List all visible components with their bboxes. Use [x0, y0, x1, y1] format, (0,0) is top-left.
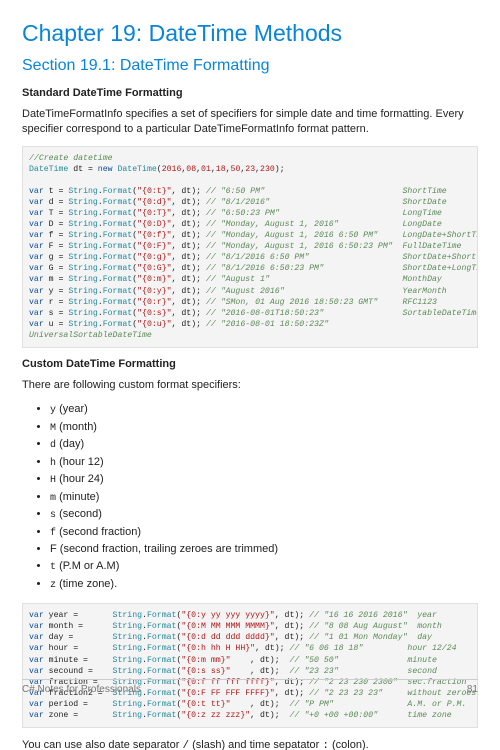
text-span: (slash) and time sepatator	[189, 739, 322, 750]
list-item: F (second fraction, trailing zeroes are …	[50, 541, 478, 558]
slash-code: /	[182, 740, 189, 750]
list-item: z (time zone).	[50, 576, 478, 594]
list-item: M (month)	[50, 419, 478, 437]
page-footer: C# Notes for Professionals 81	[22, 679, 478, 695]
section-title: Section 19.1: DateTime Formatting	[22, 57, 478, 75]
text-span: (colon).	[329, 739, 369, 750]
list-item: s (second)	[50, 506, 478, 524]
list-item: y (year)	[50, 401, 478, 419]
custom-intro: There are following custom format specif…	[22, 378, 478, 393]
footer-page-number: 81	[467, 684, 478, 695]
list-item: m (minute)	[50, 489, 478, 507]
separator-note: You can use also date separator / (slash…	[22, 738, 478, 750]
list-item: h (hour 12)	[50, 454, 478, 472]
list-item: f (second fraction)	[50, 524, 478, 542]
chapter-title: Chapter 19: DateTime Methods	[22, 20, 478, 47]
intro-paragraph: DateTimeFormatInfo specifies a set of sp…	[22, 107, 478, 138]
footer-left: C# Notes for Professionals	[22, 684, 141, 695]
list-item: t (P.M or A.M)	[50, 558, 478, 576]
heading-standard: Standard DateTime Formatting	[22, 87, 478, 99]
colon-code: :	[322, 740, 329, 750]
list-item: H (hour 24)	[50, 471, 478, 489]
text-span: You can use also date separator	[22, 739, 182, 750]
specifier-list: y (year)M (month)d (day)h (hour 12)H (ho…	[22, 401, 478, 593]
code-block-custom: var year = String.Format("{0:y yy yyy yy…	[22, 603, 478, 728]
heading-custom: Custom DateTime Formatting	[22, 358, 478, 370]
code-block-standard: //Create datetime DateTime dt = new Date…	[22, 146, 478, 348]
list-item: d (day)	[50, 436, 478, 454]
